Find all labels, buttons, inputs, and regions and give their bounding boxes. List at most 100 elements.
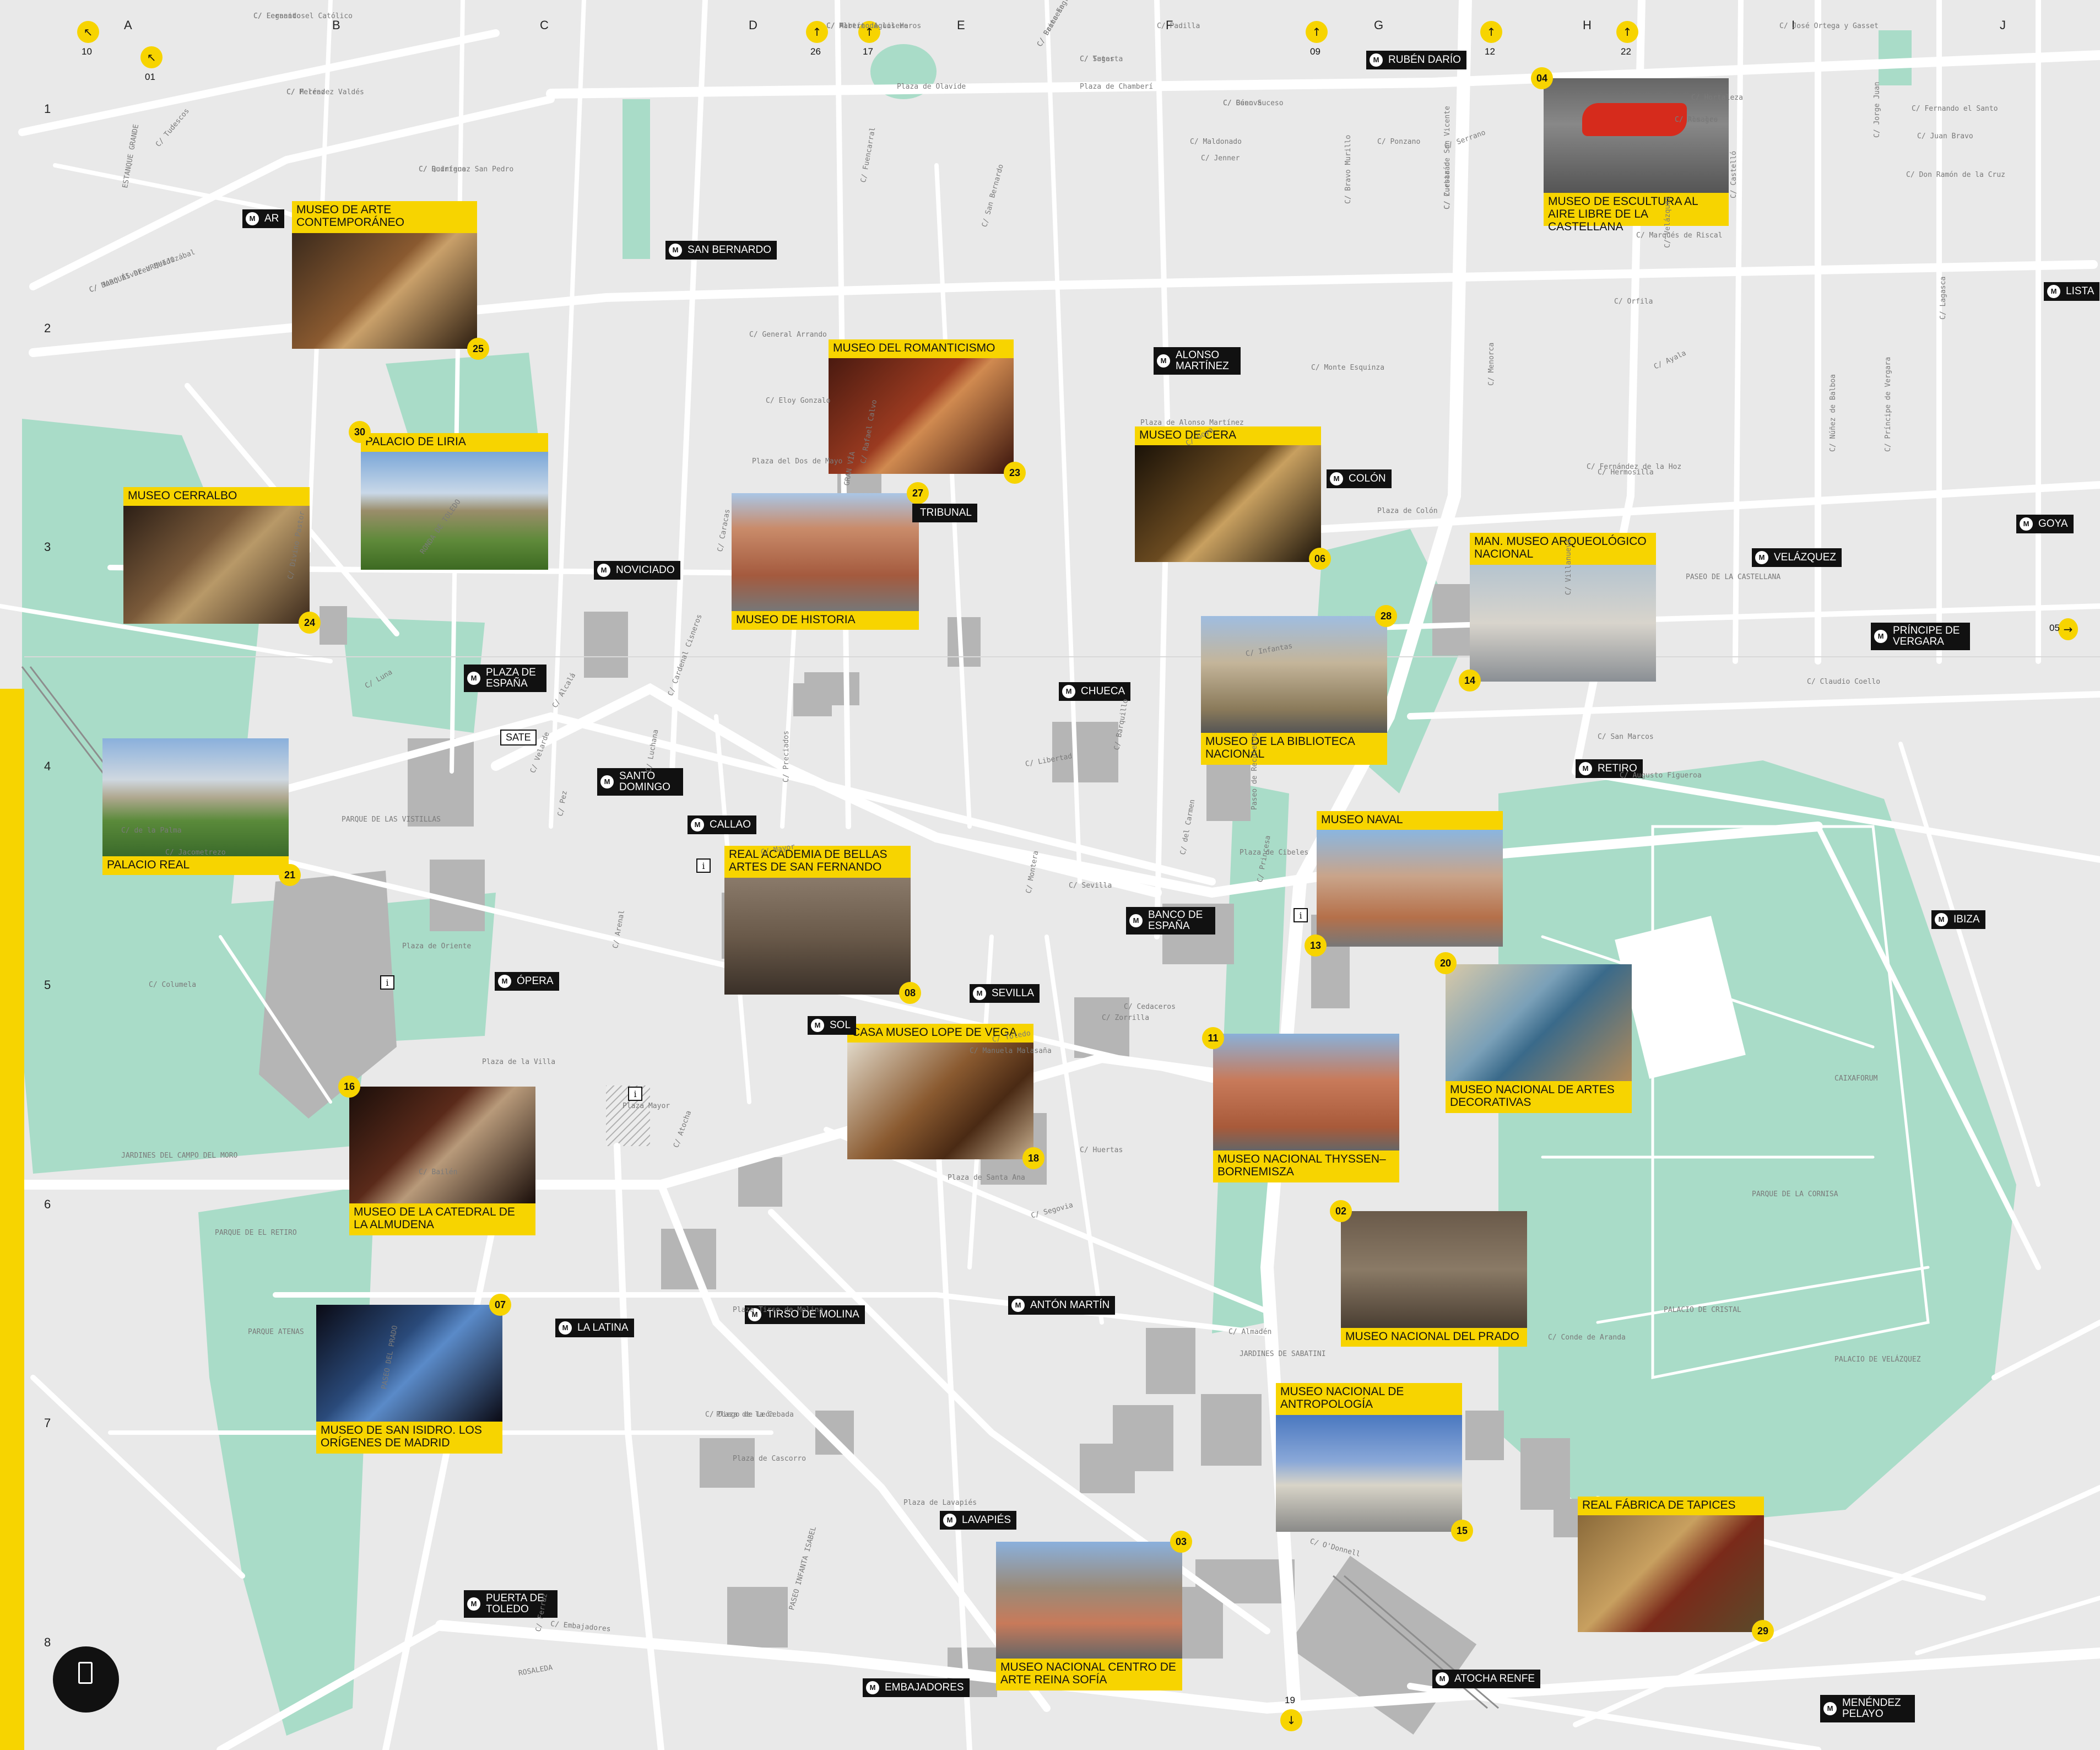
metro-ruben-dario[interactable]: M RUBÉN DARÍO xyxy=(1366,51,1466,69)
metro-menendez-pelayo[interactable]: M MENÉNDEZ PELAYO xyxy=(1820,1695,1915,1722)
street-label: C/ Hortaleza xyxy=(1691,94,1743,102)
street-label: C/ Preciados xyxy=(782,731,791,782)
street-label: C/ Ponzano xyxy=(1377,138,1421,146)
nav-number-05: 05 xyxy=(2049,623,2060,633)
grid-col-j: J xyxy=(2000,18,2006,32)
info-icon[interactable]: i xyxy=(1293,908,1308,922)
metro-la-latina[interactable]: M LA LATINA xyxy=(555,1319,634,1337)
metro-icon: M xyxy=(973,987,986,1000)
street-label: Plaza Tirso de Molina xyxy=(733,1306,824,1314)
grid-row-6: 6 xyxy=(44,1197,51,1211)
metro-icon: M xyxy=(691,818,704,831)
metro-opera[interactable]: M ÓPERA xyxy=(495,972,559,991)
street-label: C/ Rosales xyxy=(1675,116,1718,124)
metro-santo-domingo[interactable]: M SANTO DOMINGO xyxy=(597,768,683,796)
nav-arrow-09[interactable]: ↑ xyxy=(1306,21,1328,43)
metro-sevilla[interactable]: M SEVILLA xyxy=(970,984,1040,1003)
street-label: C/ Monte Esquinza xyxy=(1311,364,1385,372)
metro-label: ANTÓN MARTÍN xyxy=(1030,1299,1110,1311)
nav-arrow-01[interactable]: ↖ xyxy=(140,46,163,68)
metro-label: ATOCHA RENFE xyxy=(1454,1673,1535,1684)
metro-colon[interactable]: M COLÓN xyxy=(1327,469,1392,488)
nav-arrow-22[interactable]: ↑ xyxy=(1616,21,1638,43)
metro-ibiza[interactable]: M IBIZA xyxy=(1931,910,1985,929)
metro-sol[interactable]: M SOL xyxy=(808,1016,857,1035)
museum-photo xyxy=(349,1087,535,1203)
nav-arrow-12[interactable]: ↑ xyxy=(1480,21,1502,43)
metro-tribunal[interactable]: TRIBUNAL xyxy=(912,504,977,522)
street-label: C/ Velázquez xyxy=(1664,196,1672,248)
museum-number: 06 xyxy=(1309,548,1331,570)
street-label: C/ Don Ramón de la Cruz xyxy=(1906,171,2006,179)
museum-title: MUSEO NACIONAL DE ANTROPOLOGÍA xyxy=(1276,1383,1462,1415)
street-label: C/ Diego de León xyxy=(705,1411,775,1419)
grid-col-a: A xyxy=(124,18,132,32)
metro-anton-martin[interactable]: M ANTÓN MARTÍN xyxy=(1008,1296,1116,1315)
museum-title: MUSEO DE CERA xyxy=(1135,426,1321,445)
metro-embajadores[interactable]: M EMBAJADORES xyxy=(863,1678,970,1697)
street-label: C/ Columela xyxy=(149,981,197,989)
grid-col-e: E xyxy=(957,18,965,32)
metro-chueca[interactable]: M CHUECA xyxy=(1059,682,1131,701)
metro-label: LISTA xyxy=(2066,285,2094,297)
metro-alonso-martinez[interactable]: M ALONSO MARTÍNEZ xyxy=(1154,347,1241,375)
museum-title: MUSEO NACIONAL THYSSEN–BORNEMISZA xyxy=(1213,1151,1399,1182)
nav-arrow-05[interactable]: → xyxy=(2058,618,2078,640)
nav-arrow-10[interactable]: ↖ xyxy=(77,21,99,43)
metro-ar[interactable]: M AR xyxy=(242,209,285,228)
museum-title: PALACIO DE LIRIA xyxy=(361,433,548,452)
metro-icon: M xyxy=(467,1597,480,1611)
metro-goya[interactable]: M GOYA xyxy=(2016,515,2074,533)
street-label: C/ Fernández de la Hoz xyxy=(1587,463,1682,471)
metro-label: COLÓN xyxy=(1349,473,1386,484)
metro-label: BANCO DE ESPAÑA xyxy=(1148,909,1203,932)
street-label: JARDINES DEL CAMPO DEL MORO xyxy=(121,1152,238,1160)
metro-atocha-renfe[interactable]: M ATOCHA RENFE xyxy=(1432,1670,1541,1688)
nav-arrow-26[interactable]: ↑ xyxy=(806,21,828,43)
street-label: C/ Buen Suceso xyxy=(1223,99,1284,107)
metro-velazquez[interactable]: M VELÁZQUEZ xyxy=(1752,548,1842,567)
info-icon[interactable]: i xyxy=(628,1087,642,1101)
museum-number: 23 xyxy=(1004,462,1026,484)
arrow-up-icon: ↑ xyxy=(1622,25,1632,39)
metro-lista[interactable]: M LISTA xyxy=(2044,282,2100,301)
metro-label: AR xyxy=(264,213,279,224)
nav-number-26: 26 xyxy=(810,46,821,57)
street-label: C/ Castelló xyxy=(1730,150,1738,198)
museum-photo xyxy=(847,1043,1033,1159)
metro-principe-vergara[interactable]: M PRÍNCIPE DE VERGARA xyxy=(1871,623,1970,650)
museum-photo xyxy=(292,233,477,349)
museum-title: MUSEO NACIONAL DE ARTES DECORATIVAS xyxy=(1446,1081,1632,1113)
museum-title: MUSEO DEL ROMANTICISMO xyxy=(829,339,1014,358)
nav-arrow-19[interactable]: ↓ xyxy=(1280,1709,1302,1731)
metro-icon: M xyxy=(811,1019,824,1032)
street-label: PARQUE DE EL RETIRO xyxy=(215,1229,297,1237)
street-label: PARQUE DE LA CORNISA xyxy=(1752,1190,1838,1198)
street-label: Plaza de la Villa xyxy=(482,1058,556,1066)
metro-plaza-espana[interactable]: M PLAZA DE ESPAÑA xyxy=(464,665,546,692)
sate-label[interactable]: SATE xyxy=(500,730,537,746)
museum-number: 03 xyxy=(1170,1531,1192,1553)
street-label: C/ Villanueva xyxy=(1565,539,1573,595)
metro-icon: M xyxy=(866,1681,879,1694)
museum-title: MAN. MUSEO ARQUEOLÓGICO NACIONAL xyxy=(1470,533,1656,565)
metro-banco-espana[interactable]: M BANCO DE ESPAÑA xyxy=(1126,907,1215,935)
metro-lavapies[interactable]: M LAVAPIÉS xyxy=(940,1511,1017,1530)
museum-photo xyxy=(102,738,289,856)
info-icon[interactable]: i xyxy=(380,975,394,990)
metro-callao[interactable]: M CALLAO xyxy=(688,815,756,834)
museum-photo xyxy=(1201,616,1387,733)
info-icon[interactable]: i xyxy=(696,858,711,873)
metro-san-bernardo[interactable]: M SAN BERNARDO xyxy=(665,241,777,260)
museum-number: 13 xyxy=(1305,935,1327,957)
city-map[interactable]: A B C D E F G H I J 1 2 3 4 5 6 7 8 ↖ 10… xyxy=(0,0,2100,1750)
metro-icon: M xyxy=(1935,913,1948,926)
metro-noviciado[interactable]: M NOVICIADO xyxy=(594,561,680,580)
museum-title: MUSEO DE LA CATEDRAL DE LA ALMUDENA xyxy=(349,1203,535,1235)
metro-label: GOYA xyxy=(2038,518,2068,530)
street-label: PALACIO DE CRISTAL xyxy=(1664,1306,1741,1314)
street-label: C/ Cedaceros xyxy=(1124,1003,1176,1011)
museum-title: REAL ACADEMIA DE BELLAS ARTES DE SAN FER… xyxy=(724,846,911,878)
street-label: JARDINES DE SABATINI xyxy=(1240,1350,1326,1358)
street-label: C/ Fernando el Santo xyxy=(1912,105,1998,113)
